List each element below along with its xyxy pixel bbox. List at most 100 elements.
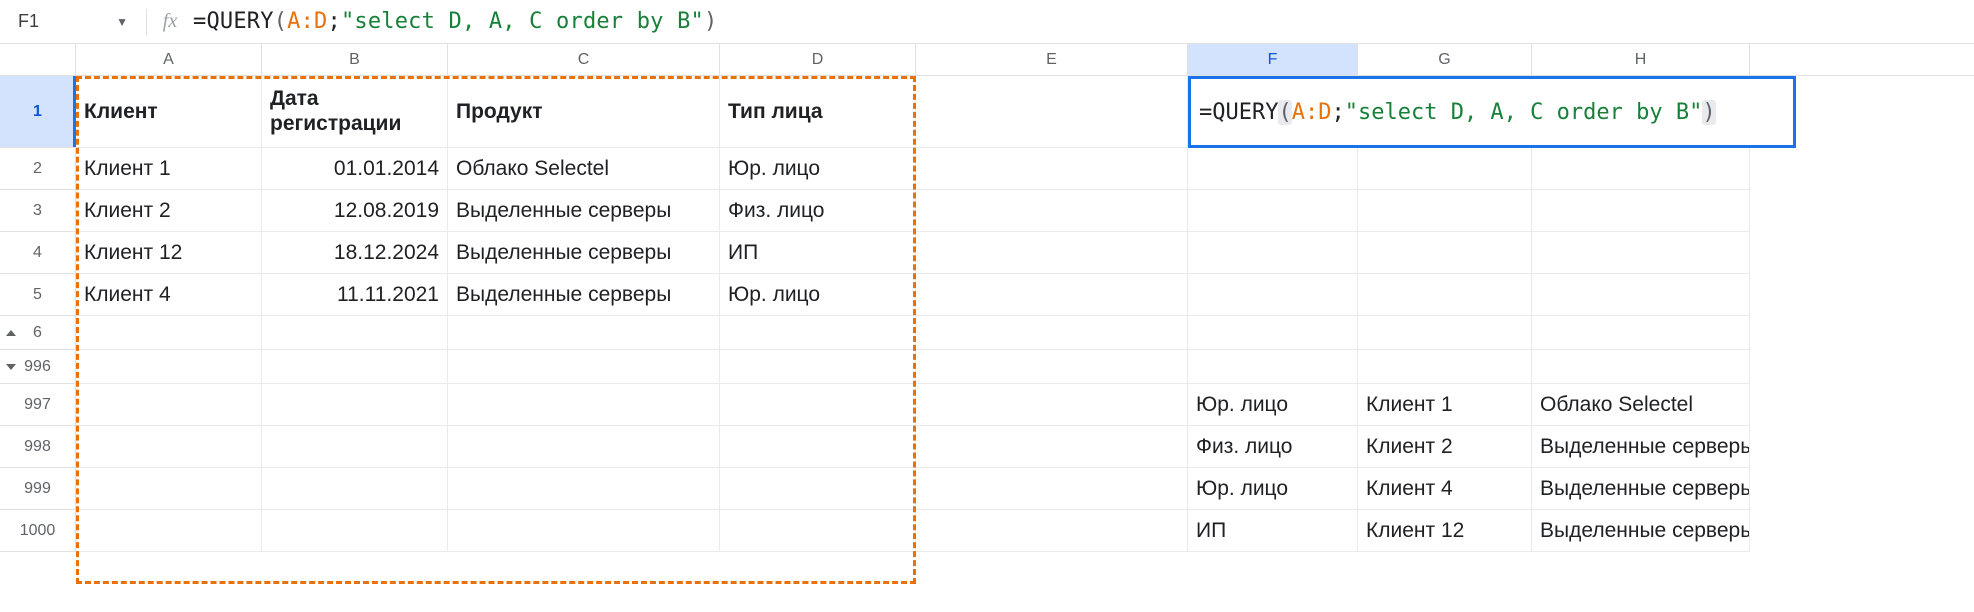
cell-d999[interactable] — [720, 468, 916, 510]
cell-c5[interactable]: Выделенные серверы — [448, 274, 720, 316]
cell-h998[interactable]: Выделенные серверы — [1532, 426, 1750, 468]
cell-g6[interactable] — [1358, 316, 1532, 350]
cell-a996[interactable] — [76, 350, 262, 384]
cell-a1000[interactable] — [76, 510, 262, 552]
formula-input[interactable]: =QUERY(A:D;"select D, A, C order by B") — [193, 0, 717, 43]
row-header-5[interactable]: 5 — [0, 274, 76, 316]
cell-g1000[interactable]: Клиент 12 — [1358, 510, 1532, 552]
cell-c999[interactable] — [448, 468, 720, 510]
cell-a4[interactable]: Клиент 12 — [76, 232, 262, 274]
cell-a5[interactable]: Клиент 4 — [76, 274, 262, 316]
cell-e3[interactable] — [916, 190, 1188, 232]
row-header-999[interactable]: 999 — [0, 468, 76, 510]
cell-b997[interactable] — [262, 384, 448, 426]
cell-h996[interactable] — [1532, 350, 1750, 384]
name-box[interactable]: F1 ▼ — [8, 6, 138, 38]
col-header-g[interactable]: G — [1358, 44, 1532, 75]
cell-c997[interactable] — [448, 384, 720, 426]
cell-b999[interactable] — [262, 468, 448, 510]
cell-c998[interactable] — [448, 426, 720, 468]
cell-c2[interactable]: Облако Selectel — [448, 148, 720, 190]
cell-b4[interactable]: 18.12.2024 — [262, 232, 448, 274]
cell-a997[interactable] — [76, 384, 262, 426]
cell-f3[interactable] — [1188, 190, 1358, 232]
cell-f997[interactable]: Юр. лицо — [1188, 384, 1358, 426]
cell-g997[interactable]: Клиент 1 — [1358, 384, 1532, 426]
cell-e998[interactable] — [916, 426, 1188, 468]
cell-d996[interactable] — [720, 350, 916, 384]
collapse-up-icon[interactable] — [6, 330, 16, 336]
cell-c1000[interactable] — [448, 510, 720, 552]
cell-d997[interactable] — [720, 384, 916, 426]
cell-f1[interactable] — [1188, 76, 1358, 148]
cell-d5[interactable]: Юр. лицо — [720, 274, 916, 316]
cell-d3[interactable]: Физ. лицо — [720, 190, 916, 232]
cell-e1[interactable] — [916, 76, 1188, 148]
cell-e997[interactable] — [916, 384, 1188, 426]
collapse-down-icon[interactable] — [6, 364, 16, 370]
cell-g996[interactable] — [1358, 350, 1532, 384]
cell-e996[interactable] — [916, 350, 1188, 384]
row-header-3[interactable]: 3 — [0, 190, 76, 232]
cell-f6[interactable] — [1188, 316, 1358, 350]
cell-g3[interactable] — [1358, 190, 1532, 232]
cell-b1[interactable]: Дата регистрации — [262, 76, 448, 148]
select-all-corner[interactable] — [0, 44, 76, 75]
col-header-h[interactable]: H — [1532, 44, 1750, 75]
cell-c996[interactable] — [448, 350, 720, 384]
cell-g2[interactable] — [1358, 148, 1532, 190]
cell-e6[interactable] — [916, 316, 1188, 350]
row-header-996[interactable]: 996 — [0, 350, 76, 384]
cell-a6[interactable] — [76, 316, 262, 350]
cell-b1000[interactable] — [262, 510, 448, 552]
spreadsheet-grid[interactable]: A B C D E F G H 1 Клиент Дата регистраци… — [0, 44, 1974, 552]
row-header-997[interactable]: 997 — [0, 384, 76, 426]
cell-c4[interactable]: Выделенные серверы — [448, 232, 720, 274]
row-header-1[interactable]: 1 — [0, 76, 76, 148]
col-header-b[interactable]: B — [262, 44, 448, 75]
cell-e2[interactable] — [916, 148, 1188, 190]
col-header-f[interactable]: F — [1188, 44, 1358, 75]
cell-h4[interactable] — [1532, 232, 1750, 274]
row-header-4[interactable]: 4 — [0, 232, 76, 274]
cell-c3[interactable]: Выделенные серверы — [448, 190, 720, 232]
col-header-c[interactable]: C — [448, 44, 720, 75]
cell-e5[interactable] — [916, 274, 1188, 316]
cell-e4[interactable] — [916, 232, 1188, 274]
cell-g999[interactable]: Клиент 4 — [1358, 468, 1532, 510]
cell-d4[interactable]: ИП — [720, 232, 916, 274]
cell-e999[interactable] — [916, 468, 1188, 510]
cell-b996[interactable] — [262, 350, 448, 384]
cell-f2[interactable] — [1188, 148, 1358, 190]
cell-b5[interactable]: 11.11.2021 — [262, 274, 448, 316]
cell-b2[interactable]: 01.01.2014 — [262, 148, 448, 190]
cell-f999[interactable]: Юр. лицо — [1188, 468, 1358, 510]
cell-a999[interactable] — [76, 468, 262, 510]
row-header-1000[interactable]: 1000 — [0, 510, 76, 552]
cell-b6[interactable] — [262, 316, 448, 350]
cell-h1000[interactable]: Выделенные серверы — [1532, 510, 1750, 552]
cell-h1[interactable] — [1532, 76, 1750, 148]
cell-a1[interactable]: Клиент — [76, 76, 262, 148]
col-header-e[interactable]: E — [916, 44, 1188, 75]
cell-b998[interactable] — [262, 426, 448, 468]
cell-h5[interactable] — [1532, 274, 1750, 316]
cell-g1[interactable] — [1358, 76, 1532, 148]
chevron-down-icon[interactable]: ▼ — [116, 15, 128, 29]
cell-f5[interactable] — [1188, 274, 1358, 316]
col-header-a[interactable]: A — [76, 44, 262, 75]
cell-h997[interactable]: Облако Selectel — [1532, 384, 1750, 426]
col-header-d[interactable]: D — [720, 44, 916, 75]
cell-d998[interactable] — [720, 426, 916, 468]
row-header-6[interactable]: 6 — [0, 316, 76, 350]
cell-g998[interactable]: Клиент 2 — [1358, 426, 1532, 468]
cell-f1000[interactable]: ИП — [1188, 510, 1358, 552]
cell-e1000[interactable] — [916, 510, 1188, 552]
fx-icon[interactable]: fx — [155, 10, 185, 33]
cell-a2[interactable]: Клиент 1 — [76, 148, 262, 190]
cell-f996[interactable] — [1188, 350, 1358, 384]
row-header-2[interactable]: 2 — [0, 148, 76, 190]
cell-h3[interactable] — [1532, 190, 1750, 232]
cell-c6[interactable] — [448, 316, 720, 350]
cell-g5[interactable] — [1358, 274, 1532, 316]
